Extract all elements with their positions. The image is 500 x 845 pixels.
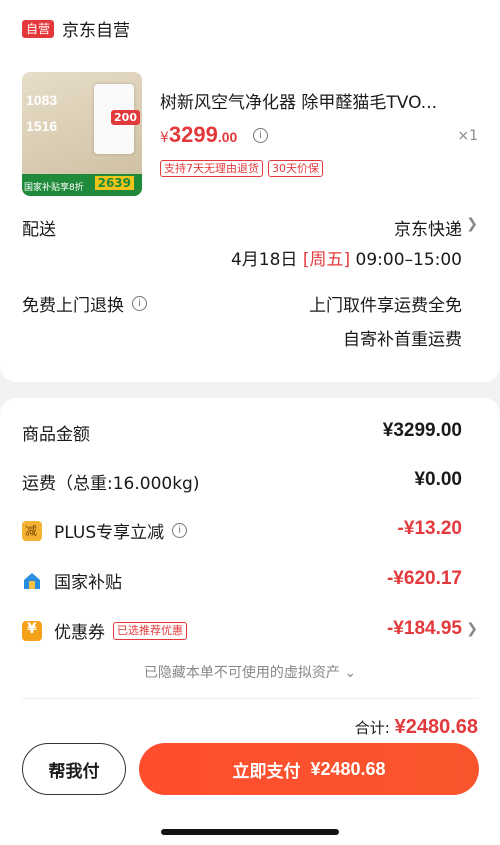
plus-discount-icon — [22, 520, 42, 541]
coupon-value[interactable]: -¥184.95 — [387, 618, 462, 640]
thumb-subsidy-price: 2639 — [94, 176, 134, 190]
product-price: ¥ 3299 .00 — [160, 122, 237, 148]
service-tags: 支持7天无理由退货 30天价保 — [160, 160, 323, 177]
hidden-assets-text: 已隐藏本单不可使用的虚拟资产 — [143, 665, 340, 681]
delivery-date: 4月18日 — [230, 250, 298, 270]
thumb-subsidy-text: 国家补贴享8折 — [24, 183, 84, 193]
coupon-icon — [22, 620, 42, 641]
goods-amount-label: 商品金额 — [22, 425, 90, 445]
national-subsidy-row: 国家补贴 — [22, 568, 122, 593]
free-return-row: 免费上门退换 i — [22, 291, 147, 316]
product-thumbnail[interactable]: 1083 1516 200 国家补贴享8折 2639 — [22, 72, 142, 196]
product-quantity: ×1 — [457, 128, 478, 144]
plus-discount-label: PLUS专享立减 — [54, 523, 165, 543]
delivery-time[interactable]: 4月18日 [周五] 09:00–15:00 — [231, 245, 462, 270]
return-pickup-text: 上门取件享运费全免 — [309, 296, 462, 316]
thumb-text-1: 1083 — [26, 92, 58, 108]
hidden-assets-toggle[interactable]: 已隐藏本单不可使用的虚拟资产 ⌄ — [0, 662, 500, 682]
delivery-chevron-icon[interactable]: ❯ — [466, 216, 478, 232]
national-subsidy-value: -¥620.17 — [386, 568, 462, 589]
chevron-down-icon: ⌄ — [344, 665, 357, 681]
service-tag-return: 支持7天无理由退货 — [160, 160, 263, 177]
national-subsidy-label: 国家补贴 — [54, 573, 122, 593]
delivery-label: 配送 — [22, 220, 56, 240]
goods-amount-value: ¥3299.00 — [382, 420, 462, 441]
free-return-info-icon[interactable]: i — [132, 296, 147, 311]
checkout-bar: 帮我付 立即支付 ¥2480.68 — [0, 735, 500, 845]
plus-discount-value: -¥13.20 — [397, 518, 462, 539]
price-currency: ¥ — [160, 130, 169, 146]
free-return-label: 免费上门退换 — [22, 296, 124, 316]
delivery-window: 09:00–15:00 — [355, 250, 462, 270]
coupon-row[interactable]: 优惠券 已选推荐优惠 — [22, 618, 187, 643]
national-subsidy-icon — [22, 571, 42, 591]
pay-now-button[interactable]: 立即支付 ¥2480.68 — [139, 743, 479, 795]
thumb-text-2: 1516 — [26, 118, 58, 134]
product-title[interactable]: 树新风空气净化器 除甲醛猫毛TVO... — [160, 88, 470, 113]
price-integer: 3299 — [168, 122, 218, 147]
help-me-pay-button[interactable]: 帮我付 — [22, 743, 126, 795]
price-info-icon[interactable]: i — [253, 128, 268, 143]
pay-now-label: 立即支付 — [232, 761, 301, 782]
coupon-chevron-icon[interactable]: ❯ — [466, 621, 478, 637]
coupon-label: 优惠券 — [54, 623, 105, 643]
pay-now-amount: ¥2480.68 — [310, 758, 386, 779]
plus-info-icon[interactable]: i — [172, 523, 188, 538]
delivery-carrier[interactable]: 京东快递 — [394, 215, 462, 240]
order-item-card: 自营 京东自营 1083 1516 200 国家补贴享8折 2639 树新风空气… — [0, 0, 500, 382]
return-self-send-text: 自寄补首重运费 — [343, 330, 462, 350]
price-decimal: .00 — [217, 129, 238, 145]
plus-discount-row: PLUS专享立减 i — [22, 518, 188, 543]
shipping-value: ¥0.00 — [414, 469, 462, 490]
coupon-recommended-tag: 已选推荐优惠 — [113, 621, 187, 640]
store-name: 京东自营 — [62, 21, 131, 41]
service-tag-price-protect: 30天价保 — [268, 160, 323, 177]
shipping-label: 运费（总重:16.000kg) — [22, 474, 200, 494]
home-indicator[interactable] — [161, 829, 339, 835]
store-header[interactable]: 自营 京东自营 — [22, 16, 130, 41]
delivery-weekday: [周五] — [302, 250, 351, 270]
self-operated-badge: 自营 — [22, 19, 55, 38]
divider — [22, 698, 478, 699]
thumb-badge: 200 — [111, 110, 140, 125]
